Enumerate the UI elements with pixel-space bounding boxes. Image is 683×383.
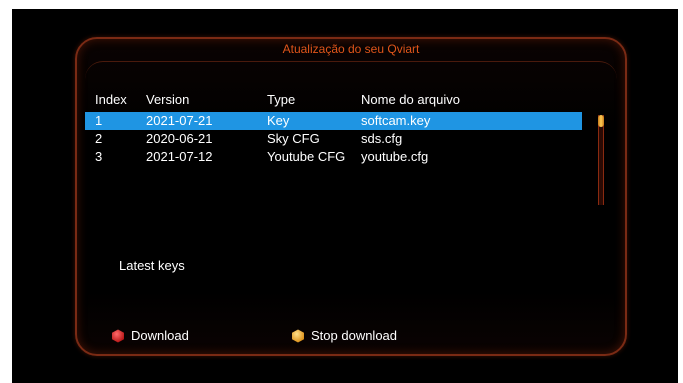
row-index: 3 <box>95 149 103 164</box>
update-dialog: Atualização do seu Qviart Index Version … <box>75 37 627 356</box>
scrollbar[interactable] <box>598 115 604 205</box>
row-filename: sds.cfg <box>361 131 403 146</box>
file-description: Latest keys <box>119 258 185 273</box>
row-version: 2021-07-12 <box>146 149 213 164</box>
tv-screen: Atualização do seu Qviart Index Version … <box>12 9 678 383</box>
dialog-title: Atualização do seu Qviart <box>282 42 420 56</box>
row-type: Youtube CFG <box>267 149 346 164</box>
button-bar: Download Stop download <box>77 328 625 344</box>
stop-download-label: Stop download <box>311 328 398 343</box>
table-row[interactable]: 2 2020-06-21 Sky CFG sds.cfg <box>77 130 625 148</box>
scrollbar-thumb[interactable] <box>598 115 604 127</box>
download-button[interactable]: Download <box>111 328 189 343</box>
row-version: 2021-07-21 <box>146 113 213 128</box>
header-index: Index <box>95 92 127 107</box>
row-filename: softcam.key <box>361 113 431 128</box>
download-label: Download <box>131 328 189 343</box>
yellow-hexagon-key-icon <box>292 329 304 342</box>
row-version: 2020-06-21 <box>146 131 213 146</box>
header-type: Type <box>267 92 296 107</box>
header-version: Version <box>146 92 190 107</box>
row-type: Key <box>267 113 290 128</box>
row-index: 2 <box>95 131 103 146</box>
title-divider <box>85 61 617 86</box>
table-row[interactable]: 3 2021-07-12 Youtube CFG youtube.cfg <box>77 148 625 166</box>
table-row[interactable]: 1 2021-07-21 Key softcam.key <box>85 112 582 130</box>
row-index: 1 <box>95 113 103 128</box>
table-header: Index Version Type Nome do arquivo <box>77 92 625 108</box>
row-filename: youtube.cfg <box>361 149 429 164</box>
file-list: 1 2021-07-21 Key softcam.key 2 2020-06-2… <box>77 112 625 166</box>
red-hexagon-key-icon <box>112 329 124 342</box>
row-type: Sky CFG <box>267 131 320 146</box>
stop-download-button[interactable]: Stop download <box>291 328 397 343</box>
header-filename: Nome do arquivo <box>361 92 460 107</box>
